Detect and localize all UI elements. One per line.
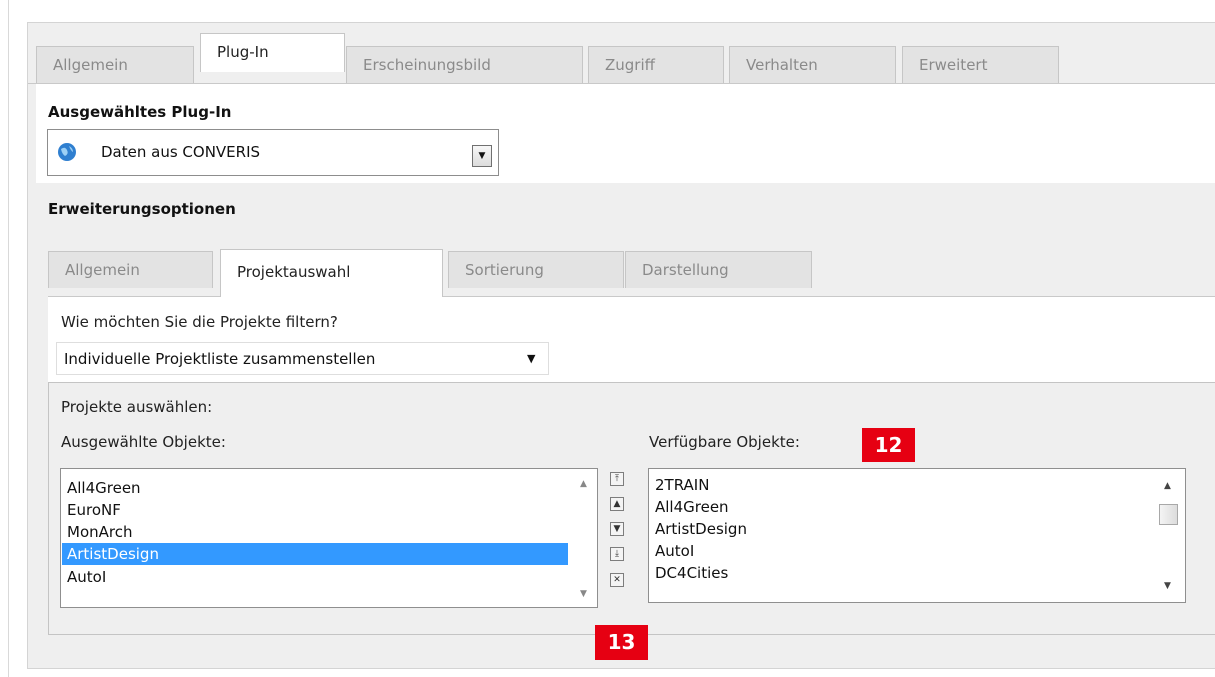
projects-label: Projekte auswählen: bbox=[61, 398, 213, 416]
move-bottom-icon[interactable]: ⤓ bbox=[610, 547, 624, 561]
list-item[interactable]: All4Green bbox=[655, 496, 729, 518]
plugin-select[interactable]: Daten aus CONVERIS ▼ bbox=[47, 129, 499, 176]
list-item[interactable]: ArtistDesign bbox=[655, 518, 747, 540]
tab-erscheinungsbild[interactable]: Erscheinungsbild bbox=[346, 46, 583, 83]
tab-verhalten[interactable]: Verhalten bbox=[729, 46, 896, 83]
tab-label: Projektauswahl bbox=[237, 263, 351, 281]
selected-objects-list[interactable]: All4Green EuroNF MonArch ArtistDesign Au… bbox=[60, 468, 598, 608]
tab-erweitert[interactable]: Erweitert bbox=[902, 46, 1059, 83]
selected-objects-label: Ausgewählte Objekte: bbox=[61, 433, 226, 451]
list-item[interactable]: DC4Cities bbox=[655, 562, 728, 584]
list-item[interactable]: All4Green bbox=[67, 477, 141, 499]
scroll-down-icon[interactable]: ▼ bbox=[580, 589, 587, 599]
tab-zugriff[interactable]: Zugriff bbox=[588, 46, 724, 83]
tab-label: Darstellung bbox=[642, 261, 729, 279]
tab-label: Allgemein bbox=[65, 261, 140, 279]
filter-selected-value: Individuelle Projektliste zusammenstelle… bbox=[64, 350, 376, 368]
scrollbar-thumb[interactable] bbox=[1159, 504, 1178, 525]
subtab-darstellung[interactable]: Darstellung bbox=[625, 251, 812, 288]
plugin-selected-value: Daten aus CONVERIS bbox=[101, 143, 261, 161]
extension-heading: Erweiterungsoptionen bbox=[48, 200, 236, 218]
filter-question: Wie möchten Sie die Projekte filtern? bbox=[61, 313, 338, 331]
subtab-allgemein[interactable]: Allgemein bbox=[48, 251, 213, 288]
move-down-icon[interactable]: ▼ bbox=[610, 522, 624, 536]
available-objects-label: Verfügbare Objekte: bbox=[649, 433, 800, 451]
left-border bbox=[8, 0, 9, 677]
plugin-heading: Ausgewähltes Plug-In bbox=[48, 103, 232, 121]
settings-panel: Allgemein Plug-In Erscheinungsbild Zugri… bbox=[27, 22, 1215, 669]
globe-icon bbox=[58, 143, 76, 161]
chevron-down-icon[interactable]: ▼ bbox=[472, 145, 492, 167]
tab-label: Sortierung bbox=[465, 261, 544, 279]
annotation-badge-13: 13 bbox=[595, 625, 648, 660]
list-item[interactable]: 2TRAIN bbox=[655, 474, 709, 496]
tab-plug-in[interactable]: Plug-In bbox=[200, 33, 345, 72]
tab-label: Verhalten bbox=[746, 56, 818, 74]
list-item[interactable]: EuroNF bbox=[67, 499, 121, 521]
annotation-badge-12: 12 bbox=[862, 428, 915, 462]
list-item[interactable]: AutoI bbox=[67, 566, 106, 588]
tab-label: Allgemein bbox=[53, 56, 128, 74]
tab-label: Zugriff bbox=[605, 56, 655, 74]
tab-label: Plug-In bbox=[217, 43, 269, 61]
list-item[interactable]: MonArch bbox=[67, 521, 132, 543]
scroll-down-icon[interactable]: ▼ bbox=[1164, 581, 1171, 591]
filter-select[interactable]: Individuelle Projektliste zusammenstelle… bbox=[56, 342, 549, 375]
tab-label: Erweitert bbox=[919, 56, 988, 74]
tab-allgemein[interactable]: Allgemein bbox=[36, 46, 194, 83]
subtab-sortierung[interactable]: Sortierung bbox=[448, 251, 624, 288]
scroll-up-icon[interactable]: ▲ bbox=[580, 479, 587, 489]
list-item[interactable]: AutoI bbox=[655, 540, 694, 562]
remove-icon[interactable]: ✕ bbox=[610, 573, 624, 587]
chevron-down-icon[interactable]: ▼ bbox=[527, 352, 535, 365]
available-objects-list[interactable]: 2TRAIN All4Green ArtistDesign AutoI DC4C… bbox=[648, 468, 1186, 603]
list-item-selected[interactable]: ArtistDesign bbox=[62, 543, 568, 565]
subtab-projektauswahl[interactable]: Projektauswahl bbox=[220, 249, 443, 297]
tab-label: Erscheinungsbild bbox=[363, 56, 491, 74]
move-top-icon[interactable]: ⤒ bbox=[610, 472, 624, 486]
scroll-up-icon[interactable]: ▲ bbox=[1164, 481, 1171, 491]
move-up-icon[interactable]: ▲ bbox=[610, 497, 624, 511]
